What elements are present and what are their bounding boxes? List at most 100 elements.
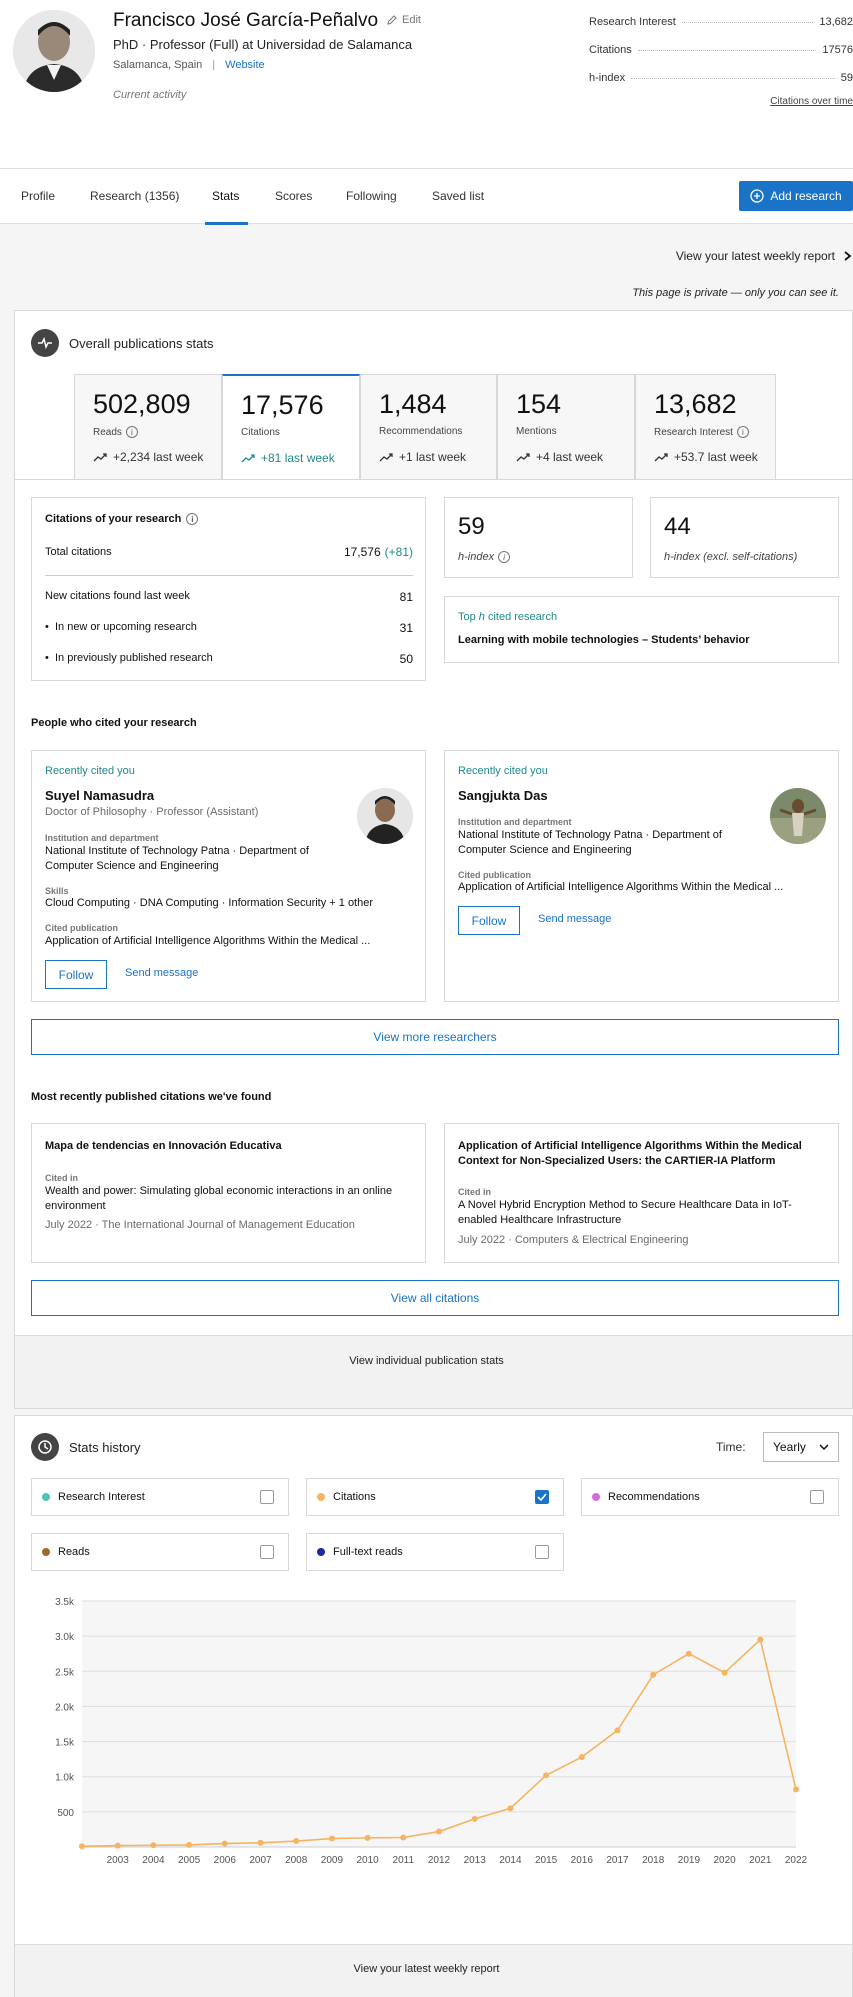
view-all-citations-button[interactable]: View all citations xyxy=(31,1280,839,1316)
view-more-researchers-button[interactable]: View more researchers xyxy=(31,1019,839,1055)
x-tick-label: 2006 xyxy=(214,1855,237,1866)
filter-reads[interactable]: Reads xyxy=(31,1533,289,1571)
tab-profile[interactable]: Profile xyxy=(21,189,55,203)
stat-recommendations[interactable]: 1,484 Recommendations +1 last week xyxy=(360,374,497,480)
filter-checkbox[interactable] xyxy=(535,1545,549,1559)
view-individual-stats-link[interactable]: View individual publication stats xyxy=(0,1355,853,1367)
add-research-button[interactable]: Add research xyxy=(739,181,853,211)
cited-publication-text[interactable]: Application of Artificial Intelligence A… xyxy=(458,881,783,893)
profile-name: Francisco José García-Peñalvo xyxy=(113,10,379,31)
tab-following[interactable]: Following xyxy=(346,189,397,203)
send-message-link[interactable]: Send message xyxy=(125,967,198,979)
filter-checkbox[interactable] xyxy=(260,1490,274,1504)
cited-in-label: Cited in xyxy=(45,1173,78,1183)
data-point xyxy=(221,1840,228,1847)
filter-citations[interactable]: Citations xyxy=(306,1478,564,1516)
recently-cited-tag: Recently cited you xyxy=(45,765,135,777)
divider xyxy=(45,575,413,576)
tab-stats[interactable]: Stats xyxy=(212,189,239,203)
cited-in-text[interactable]: Wealth and power: Simulating global econ… xyxy=(45,1184,405,1214)
data-point xyxy=(614,1727,621,1734)
tab-scores[interactable]: Scores xyxy=(275,189,312,203)
filter-research-interest[interactable]: Research Interest xyxy=(31,1478,289,1516)
researcher-avatar[interactable] xyxy=(357,788,413,844)
send-message-link[interactable]: Send message xyxy=(538,913,611,925)
stat-value: 13,682 xyxy=(654,389,737,419)
stat-trend-value: +2,234 last week xyxy=(113,450,204,464)
citation-title[interactable]: Mapa de tendencias en Innovación Educati… xyxy=(45,1139,410,1154)
x-tick-label: 2011 xyxy=(393,1855,415,1866)
researcher-name[interactable]: Sangjukta Das xyxy=(458,788,548,803)
weekly-report-link[interactable]: View your latest weekly report xyxy=(676,249,853,263)
hindex-box: 59 h-index i xyxy=(444,497,633,578)
chevron-right-icon xyxy=(844,251,852,261)
top-cited-box[interactable]: Top h cited research Learning with mobil… xyxy=(444,596,839,663)
filter-checkbox[interactable] xyxy=(810,1490,824,1504)
y-tick-label: 1.0k xyxy=(55,1773,75,1784)
citations-box: Citations of your research i Total citat… xyxy=(31,497,426,681)
recent-citations-heading: Most recently published citations we've … xyxy=(31,1091,272,1103)
current-activity[interactable]: Current activity xyxy=(113,89,186,101)
total-citations-label: Total citations xyxy=(45,546,112,558)
series-dot-icon xyxy=(317,1548,325,1556)
stat-trend: +81 last week xyxy=(241,451,335,465)
filter-label: Recommendations xyxy=(608,1491,700,1503)
hindex-excl-box: 44 h-index (excl. self-citations) xyxy=(650,497,839,578)
researcher-avatar[interactable] xyxy=(770,788,826,844)
stat-reads[interactable]: 502,809 Reads i +2,234 last week xyxy=(74,374,222,480)
website-link[interactable]: Website xyxy=(225,59,265,71)
x-tick-label: 2022 xyxy=(785,1855,808,1866)
tab-saved-list[interactable]: Saved list xyxy=(432,189,484,203)
info-icon[interactable]: i xyxy=(125,426,138,438)
stat-label-row: Reads i xyxy=(93,426,138,438)
stat-label: Citations xyxy=(241,427,280,438)
trend-up-icon xyxy=(654,453,668,462)
stat-trend-value: +53.7 last week xyxy=(674,450,758,464)
data-point xyxy=(364,1834,371,1841)
filter-checkbox[interactable] xyxy=(535,1490,549,1504)
stat-value: 1,484 xyxy=(379,389,447,419)
active-tab-indicator xyxy=(205,222,248,225)
stat-citations[interactable]: 17,576 Citations +81 last week xyxy=(222,374,360,480)
stat-trend-value: +1 last week xyxy=(399,450,467,464)
tab-research[interactable]: Research (1356) xyxy=(90,189,179,203)
stat-label: Reads xyxy=(93,426,122,438)
follow-button[interactable]: Follow xyxy=(45,960,107,989)
filter-full-text-reads[interactable]: Full-text reads xyxy=(306,1533,564,1571)
info-icon[interactable]: i xyxy=(186,513,199,525)
trend-up-icon xyxy=(379,453,393,462)
data-point xyxy=(257,1839,264,1846)
edit-link[interactable]: Edit xyxy=(386,14,421,26)
profile-header: Francisco José García-Peñalvo Edit PhD ·… xyxy=(0,0,853,168)
citation-meta: July 2022 · Computers & Electrical Engin… xyxy=(458,1234,689,1246)
time-select[interactable]: Yearly xyxy=(763,1432,839,1462)
overall-stats-title-row: Overall publications stats xyxy=(31,329,214,357)
top-cited-title[interactable]: Learning with mobile technologies – Stud… xyxy=(458,634,750,646)
data-point xyxy=(79,1843,85,1850)
x-tick-label: 2009 xyxy=(321,1855,344,1866)
view-weekly-report-link[interactable]: View your latest weekly report xyxy=(0,1963,853,1975)
summary-row: h-index 59 xyxy=(589,64,853,92)
citation-title[interactable]: Application of Artificial Intelligence A… xyxy=(458,1139,823,1169)
data-point xyxy=(543,1772,550,1779)
stats-divider xyxy=(14,479,853,480)
stat-trend-value: +81 last week xyxy=(261,451,335,465)
hindex-label-row: h-index i xyxy=(458,551,511,563)
info-icon[interactable]: i xyxy=(736,426,749,438)
data-point xyxy=(793,1786,799,1793)
filter-checkbox[interactable] xyxy=(260,1545,274,1559)
filter-recommendations[interactable]: Recommendations xyxy=(581,1478,839,1516)
x-tick-label: 2020 xyxy=(713,1855,736,1866)
info-icon[interactable]: i xyxy=(498,551,511,563)
avatar[interactable] xyxy=(13,10,95,92)
cited-publication-text[interactable]: Application of Artificial Intelligence A… xyxy=(45,935,370,947)
stat-value: 502,809 xyxy=(93,389,191,419)
x-tick-label: 2008 xyxy=(285,1855,308,1866)
researcher-name[interactable]: Suyel Namasudra xyxy=(45,788,154,803)
stat-research-interest[interactable]: 13,682 Research Interest i +53.7 last wee… xyxy=(635,374,776,480)
follow-button[interactable]: Follow xyxy=(458,906,520,935)
citations-over-time-link[interactable]: Citations over time xyxy=(589,96,853,107)
stat-mentions[interactable]: 154 Mentions +4 last week xyxy=(497,374,635,480)
cited-in-text[interactable]: A Novel Hybrid Encryption Method to Secu… xyxy=(458,1198,828,1228)
stat-label: Mentions xyxy=(516,426,557,437)
